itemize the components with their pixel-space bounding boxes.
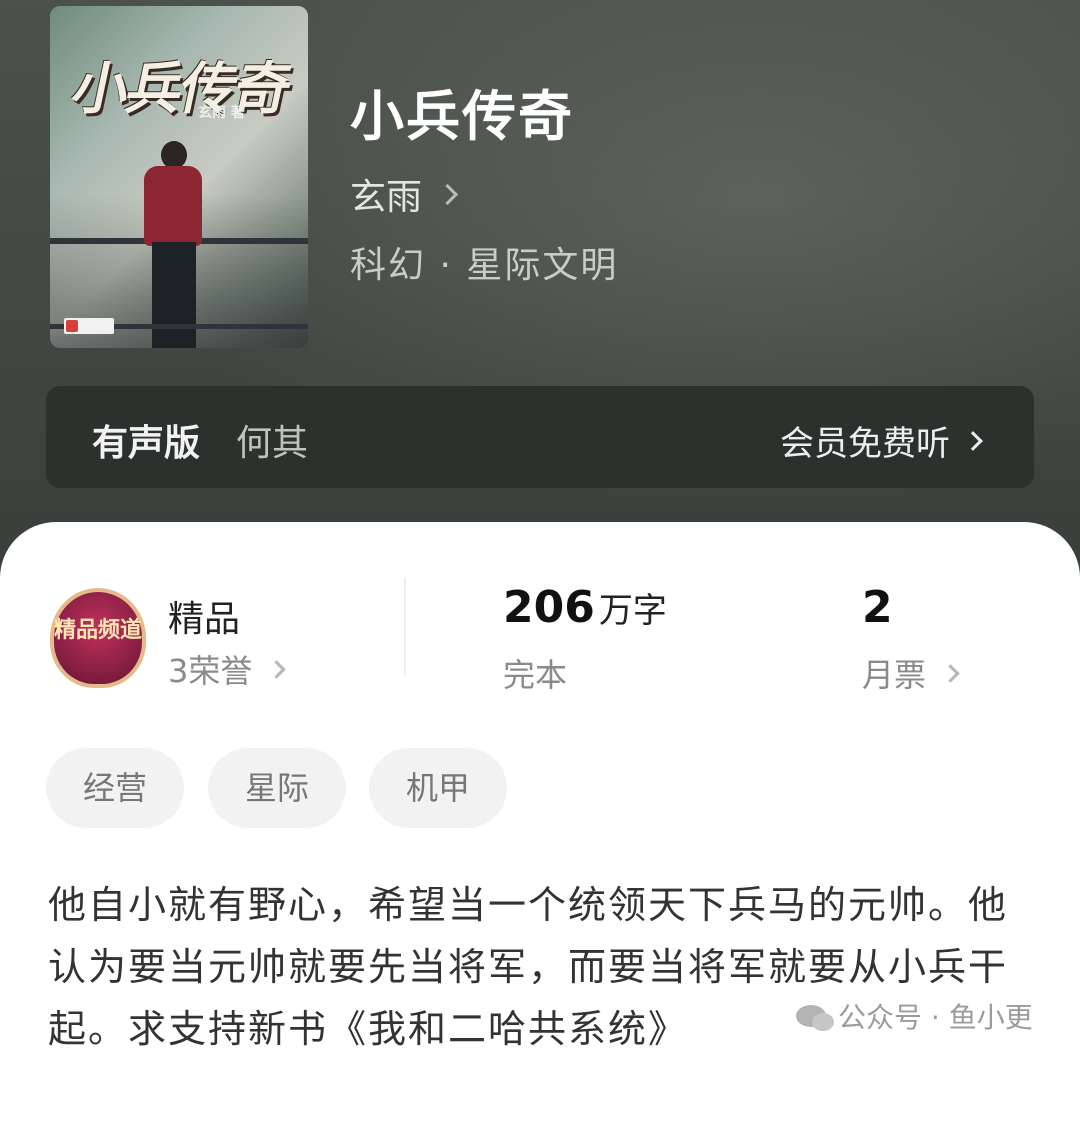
word-count-unit: 万字 [598,591,667,631]
quality-badge-icon[interactable]: 精品频道 [50,588,146,688]
book-genre: 科幻 · 星际文明 [350,245,619,286]
book-title: 小兵传奇 [350,84,574,148]
word-count-number: 206 [503,582,595,633]
honors-link[interactable]: 3荣誉 [168,646,287,692]
watermark-text: 公众号 · 鱼小更 [838,1001,1033,1034]
tag-chip[interactable]: 机甲 [369,748,507,828]
stats-divider [404,578,406,676]
monthly-votes-label: 月票 [862,656,927,694]
badge-text: 精品频道 [54,617,143,643]
publisher-logo [64,318,114,334]
monthly-votes-link[interactable]: 月票 [862,650,960,696]
wechat-icon [796,1005,834,1031]
quality-title: 精品 [168,599,241,640]
book-cover-image[interactable]: 小兵传奇 玄雨 著 [50,6,308,348]
free-listen-label: 会员免费听 [780,424,950,464]
monthly-votes-number: 2 [862,582,893,633]
honors-count: 3荣誉 [168,652,253,690]
audio-version-bar[interactable]: 有声版 何其 会员免费听 [46,386,1034,488]
chevron-right-icon [941,663,960,683]
watermark: 公众号 · 鱼小更 [790,996,1039,1036]
tag-chip[interactable]: 星际 [208,748,346,828]
author-link[interactable]: 玄雨 [350,168,459,220]
cover-figure-legs [152,242,196,348]
author-name: 玄雨 [350,177,423,218]
book-status: 完本 [503,656,568,694]
cover-figure-body [144,166,202,246]
cover-title: 小兵传奇 [66,57,296,122]
cover-author: 玄雨 著 [198,105,245,121]
cover-figure-head [161,141,187,169]
word-count: 206 万字 [503,582,667,633]
monthly-votes: 2 [862,582,893,633]
tag-chip[interactable]: 经营 [46,748,184,828]
chevron-right-icon [267,659,287,679]
free-listen-button[interactable]: 会员免费听 [780,416,983,465]
chevron-right-icon [963,430,983,451]
chevron-right-icon [436,183,459,205]
audio-narrator: 何其 [236,423,309,464]
audio-label: 有声版 [92,423,201,464]
